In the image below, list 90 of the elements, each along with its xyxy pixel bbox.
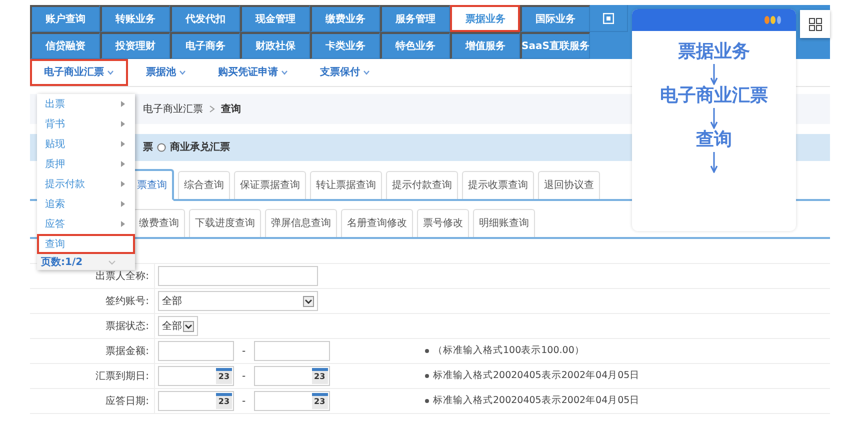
tab[interactable]: 转让票据查询 — [310, 171, 382, 199]
bullet-icon — [425, 374, 429, 378]
hint-text: 标准输入格式20020405表示2002年04月05日 — [433, 394, 640, 408]
breadcrumb-item[interactable]: 电子商业汇票 — [143, 102, 203, 116]
caret-icon — [107, 70, 114, 75]
range-separator: - — [242, 344, 246, 358]
field-label: 汇票到期日: — [30, 364, 155, 388]
tab[interactable]: 弹屏信息查询 — [265, 209, 337, 237]
nav-item[interactable]: 特色业务 — [380, 32, 450, 59]
date-field[interactable]: 23 — [158, 391, 234, 411]
nav-item[interactable]: 票据业务 — [450, 5, 520, 32]
nav-item[interactable]: 代发代扣 — [170, 5, 240, 32]
nav-item[interactable]: 转账业务 — [100, 5, 170, 32]
nav-menu-link[interactable]: 支票保付 — [306, 59, 384, 86]
tab[interactable]: 退回协议查 — [538, 171, 600, 199]
nav-item[interactable]: 信贷融资 — [30, 32, 100, 59]
hint-text: （标准输入格式100表示100.00） — [433, 344, 584, 358]
annotation-step: 票据业务 — [678, 41, 750, 63]
nav-item[interactable]: 服务管理 — [380, 5, 450, 32]
text-field[interactable] — [158, 266, 318, 286]
breadcrumb-item: 查询 — [221, 102, 241, 116]
down-arrow-icon — [710, 63, 718, 85]
menu-item[interactable]: 贴现 — [37, 134, 135, 154]
caret-icon — [179, 70, 186, 75]
caret-icon — [363, 70, 370, 75]
dots-icon — [764, 15, 784, 25]
calendar-icon[interactable]: 23 — [312, 393, 328, 409]
dropdown-field[interactable]: 全部 — [158, 291, 318, 311]
nav-item[interactable]: 投资理财 — [100, 32, 170, 59]
down-arrow-icon — [710, 107, 718, 129]
date-field[interactable]: 23 — [254, 391, 330, 411]
tab[interactable]: 保证票据查询 — [234, 171, 306, 199]
menu-item[interactable]: 背书 — [37, 114, 135, 134]
nav-item[interactable]: 现金管理 — [240, 5, 310, 32]
collapse-icon — [603, 12, 614, 24]
range-separator: - — [242, 370, 246, 384]
tab[interactable]: 缴费查询 — [133, 209, 185, 237]
grid-menu-button[interactable] — [800, 10, 830, 38]
nav-item[interactable]: 缴费业务 — [310, 5, 380, 32]
menu-item[interactable]: 出票 — [37, 94, 135, 114]
hint-text: 标准输入格式20020405表示2002年04月05日 — [433, 368, 640, 383]
calendar-icon[interactable]: 23 — [216, 368, 232, 384]
menu-item[interactable]: 追索 — [37, 194, 135, 214]
dropdown-field[interactable]: 全部 — [158, 316, 198, 336]
calendar-icon[interactable]: 23 — [216, 393, 232, 409]
radio-label: 票 — [143, 141, 153, 155]
field-label: 票据金额: — [30, 339, 155, 363]
menu-item[interactable]: 查询 — [37, 234, 135, 254]
nav-item[interactable]: 卡类业务 — [310, 32, 380, 59]
tab[interactable]: 下载进度查询 — [189, 209, 261, 237]
tab[interactable]: 名册查询修改 — [341, 209, 413, 237]
menu-item[interactable]: 提示付款 — [37, 174, 135, 194]
grid-icon — [808, 18, 822, 30]
nav-menu-link[interactable]: 购买凭证申请 — [204, 59, 302, 86]
tab[interactable]: 票号修改 — [417, 209, 469, 237]
tab[interactable]: 提示付款查询 — [386, 171, 458, 199]
nav-item[interactable]: 账户查询 — [30, 5, 100, 32]
dropdown-value: 全部 — [162, 294, 182, 308]
tab[interactable]: 明细账查询 — [473, 209, 535, 237]
annotation-step: 电子商业汇票 — [660, 85, 768, 107]
amount-field[interactable] — [158, 341, 234, 361]
bullet-icon — [425, 399, 429, 403]
nav-item[interactable]: 电子商务 — [170, 32, 240, 59]
field-label: 签约账号: — [30, 289, 155, 313]
menu-item[interactable]: 质押 — [37, 154, 135, 174]
radio-button[interactable] — [157, 143, 166, 152]
nav-item[interactable]: 财政社保 — [240, 32, 310, 59]
bullet-icon — [425, 349, 429, 353]
menu-item[interactable]: 应答 — [37, 214, 135, 234]
field-label: 票据状态: — [30, 314, 155, 338]
nav-item[interactable]: 国际业务 — [520, 5, 590, 32]
tab[interactable]: 提示收票查询 — [462, 171, 534, 199]
down-arrow-icon — [710, 151, 718, 173]
nav-menu-link[interactable]: 电子商业汇票 — [30, 59, 128, 86]
nav-item[interactable]: SaaS直联服务 — [520, 32, 590, 59]
date-field[interactable]: 23 — [158, 366, 234, 386]
tab[interactable]: 综合查询 — [178, 171, 230, 199]
annotation-step: 查询 — [696, 129, 732, 151]
chevron-icon — [209, 105, 215, 113]
amount-field[interactable] — [254, 341, 330, 361]
nav-menu-link[interactable]: 票据池 — [132, 59, 200, 86]
calendar-icon[interactable]: 23 — [312, 368, 328, 384]
range-separator: - — [242, 394, 246, 408]
nav-item[interactable]: 增值服务 — [450, 32, 520, 59]
date-field[interactable]: 23 — [254, 366, 330, 386]
chevron-down-icon[interactable] — [108, 260, 116, 264]
radio-label: 商业承兑汇票 — [170, 140, 230, 155]
caret-icon — [281, 70, 288, 75]
field-label: 应答日期: — [30, 389, 155, 413]
dropdown-value: 全部 — [162, 320, 182, 334]
